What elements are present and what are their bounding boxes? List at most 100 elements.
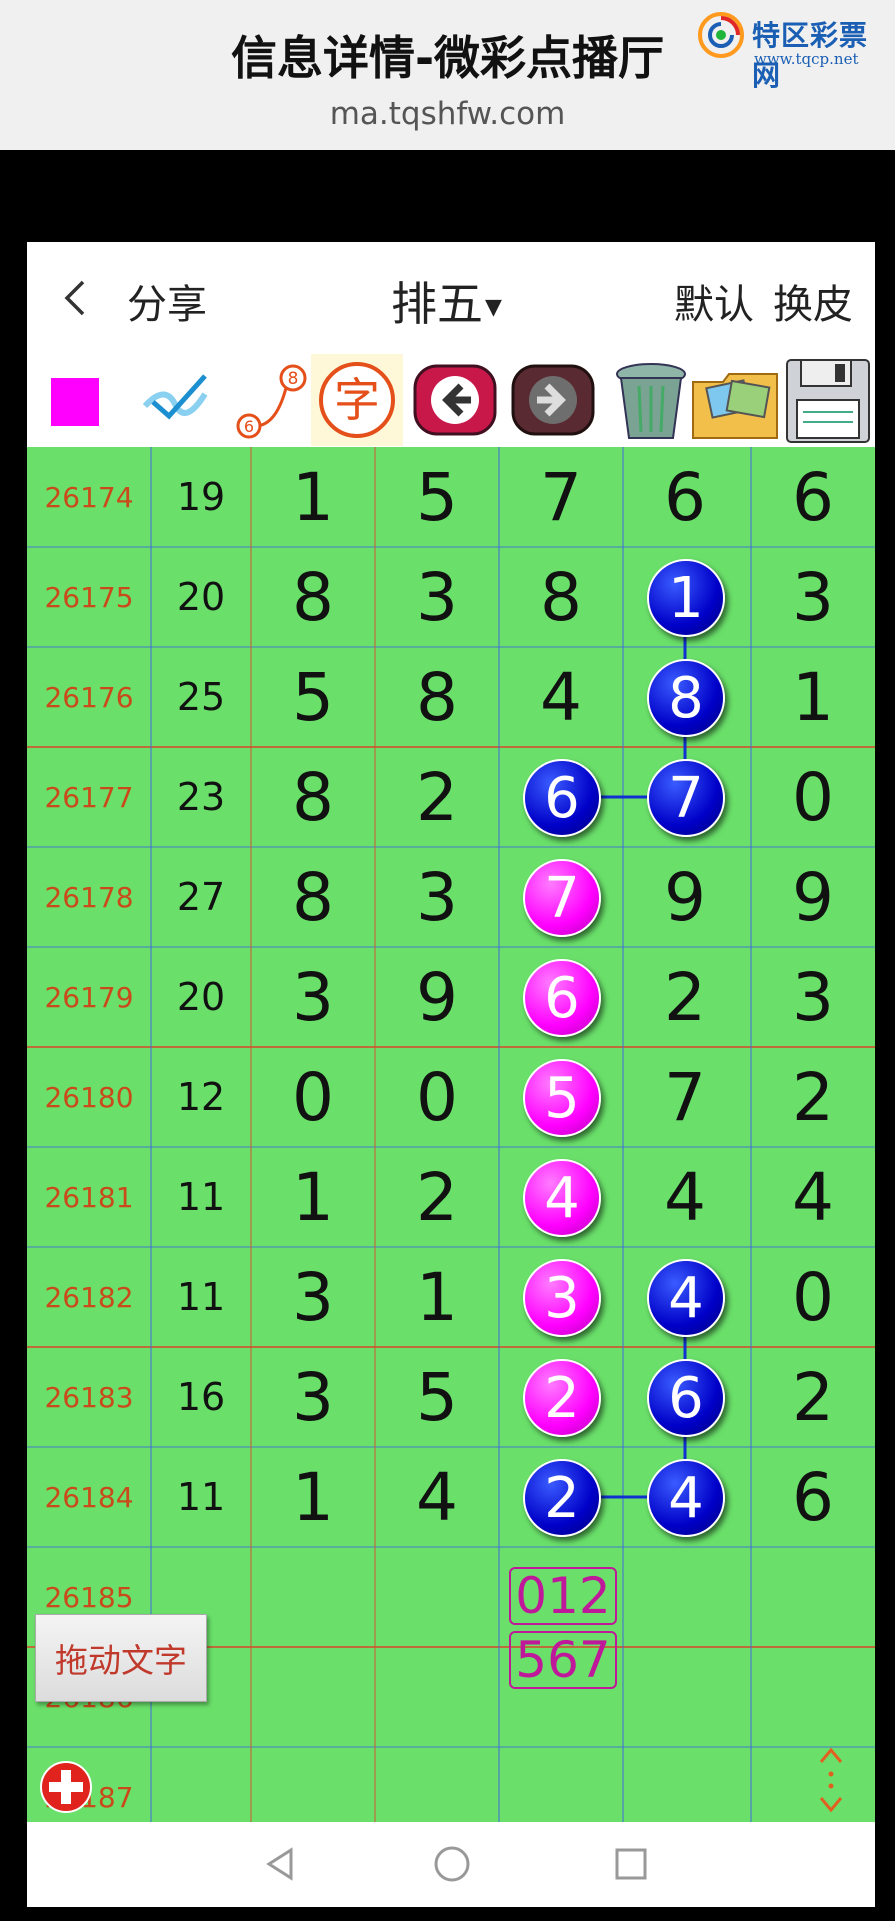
sum-cell: 11 [176,1275,226,1319]
connect-line-tool[interactable]: 8 6 [227,354,319,446]
redo-button[interactable] [507,354,599,446]
digit-cell[interactable]: 2 [751,1047,875,1147]
digit-cell[interactable]: 2 [623,947,747,1047]
check-tool[interactable] [135,354,227,446]
digit-cell[interactable]: 0 [751,1247,875,1347]
digit-cell[interactable]: 6 [623,447,747,547]
digit-cell[interactable] [251,1647,375,1747]
digit-cell[interactable]: 4 [499,647,623,747]
digit-cell[interactable]: 0 [375,1047,499,1147]
digit-cell[interactable] [499,1747,623,1822]
change-skin-button[interactable]: 换皮 [773,272,853,330]
digit-cell[interactable]: 2 [375,747,499,847]
save-button[interactable] [781,354,873,446]
digit-cell[interactable] [623,1747,747,1822]
prediction-box-2[interactable]: 567 [509,1631,617,1689]
default-button[interactable]: 默认 [674,272,754,330]
digit-cell[interactable]: 8 [251,847,375,947]
magenta-ball[interactable]: 7 [523,859,601,937]
svg-text:字: 字 [334,373,380,427]
digit-cell[interactable]: 3 [375,847,499,947]
color-picker-tool[interactable] [35,354,127,446]
add-plus-icon[interactable] [39,1760,93,1814]
system-home-icon[interactable] [430,1842,474,1886]
period-cell: 26182 [44,1280,134,1314]
digit-cell[interactable] [751,1547,875,1647]
digit-cell[interactable]: 1 [751,647,875,747]
digit-cell[interactable]: 2 [751,1347,875,1447]
digit-cell[interactable]: 4 [751,1147,875,1247]
digit-cell[interactable]: 3 [251,1347,375,1447]
open-image-button[interactable] [689,354,781,446]
digit-cell[interactable]: 1 [251,1147,375,1247]
digit-cell[interactable]: 0 [751,747,875,847]
digit-cell[interactable]: 3 [251,1247,375,1347]
digit-cell[interactable]: 2 [375,1147,499,1247]
digit-cell[interactable]: 6 [751,447,875,547]
magenta-ball[interactable]: 2 [523,1359,601,1437]
digit-cell[interactable]: 3 [751,947,875,1047]
digit-cell[interactable]: 7 [499,447,623,547]
digit-cell[interactable]: 4 [375,1447,499,1547]
drag-text-button[interactable]: 拖动文字 [35,1614,207,1702]
blue-ball[interactable]: 6 [523,759,601,837]
sum-cell: 11 [176,1175,226,1219]
digit-cell[interactable]: 5 [375,1347,499,1447]
system-recents-icon[interactable] [609,1842,653,1886]
site-logo[interactable]: 特区彩票网 www.tqcp.net [690,8,890,92]
prediction-box-1[interactable]: 012 [509,1567,617,1625]
digit-cell[interactable]: 8 [251,547,375,647]
digit-cell[interactable]: 0 [251,1047,375,1147]
digit-cell[interactable]: 8 [251,747,375,847]
digit-cell[interactable] [251,1747,375,1822]
clear-button[interactable] [605,354,697,446]
period-cell: 26176 [44,680,134,714]
blue-ball[interactable]: 6 [647,1359,725,1437]
digit-cell[interactable]: 5 [375,447,499,547]
digit-cell[interactable]: 4 [623,1147,747,1247]
undo-button[interactable] [409,354,501,446]
digit-cell[interactable]: 8 [499,547,623,647]
lottery-type-dropdown[interactable]: 排五▼ [391,268,502,334]
blue-ball[interactable]: 1 [647,559,725,637]
digit-cell[interactable]: 5 [251,647,375,747]
digit-cell[interactable]: 6 [751,1447,875,1547]
magenta-ball[interactable]: 4 [523,1159,601,1237]
digit-cell[interactable] [623,1647,747,1747]
blue-ball[interactable]: 4 [647,1259,725,1337]
digit-cell[interactable] [375,1547,499,1647]
digit-cell[interactable] [375,1647,499,1747]
digit-cell[interactable]: 7 [623,1047,747,1147]
blue-ball[interactable]: 2 [523,1459,601,1537]
blue-ball[interactable]: 7 [647,759,725,837]
picture-folder-icon [692,373,778,439]
magenta-ball[interactable]: 6 [523,959,601,1037]
resize-handle-icon[interactable] [811,1744,851,1816]
sum-cell: 20 [176,975,226,1019]
digit-cell[interactable] [251,1547,375,1647]
system-back-icon[interactable] [259,1842,303,1886]
share-button[interactable]: 分享 [127,272,207,330]
magenta-ball[interactable]: 3 [523,1259,601,1337]
digit-cell[interactable]: 3 [251,947,375,1047]
digit-cell[interactable]: 9 [623,847,747,947]
digit-cell[interactable]: 3 [751,547,875,647]
text-tool[interactable]: 字 [311,354,403,446]
magenta-ball[interactable]: 5 [523,1059,601,1137]
period-cell: 26177 [44,780,134,814]
floppy-disk-icon [786,359,870,443]
digit-cell[interactable]: 8 [375,647,499,747]
digit-cell[interactable] [751,1647,875,1747]
digit-cell[interactable]: 9 [751,847,875,947]
digit-cell[interactable]: 1 [251,1447,375,1547]
digit-cell[interactable]: 1 [251,447,375,547]
blue-ball[interactable]: 8 [647,659,725,737]
digit-cell[interactable] [375,1747,499,1822]
back-chevron-icon[interactable] [57,278,97,318]
period-cell: 26179 [44,980,134,1014]
digit-cell[interactable]: 3 [375,547,499,647]
digit-cell[interactable]: 9 [375,947,499,1047]
digit-cell[interactable] [623,1547,747,1647]
blue-ball[interactable]: 4 [647,1459,725,1537]
digit-cell[interactable]: 1 [375,1247,499,1347]
